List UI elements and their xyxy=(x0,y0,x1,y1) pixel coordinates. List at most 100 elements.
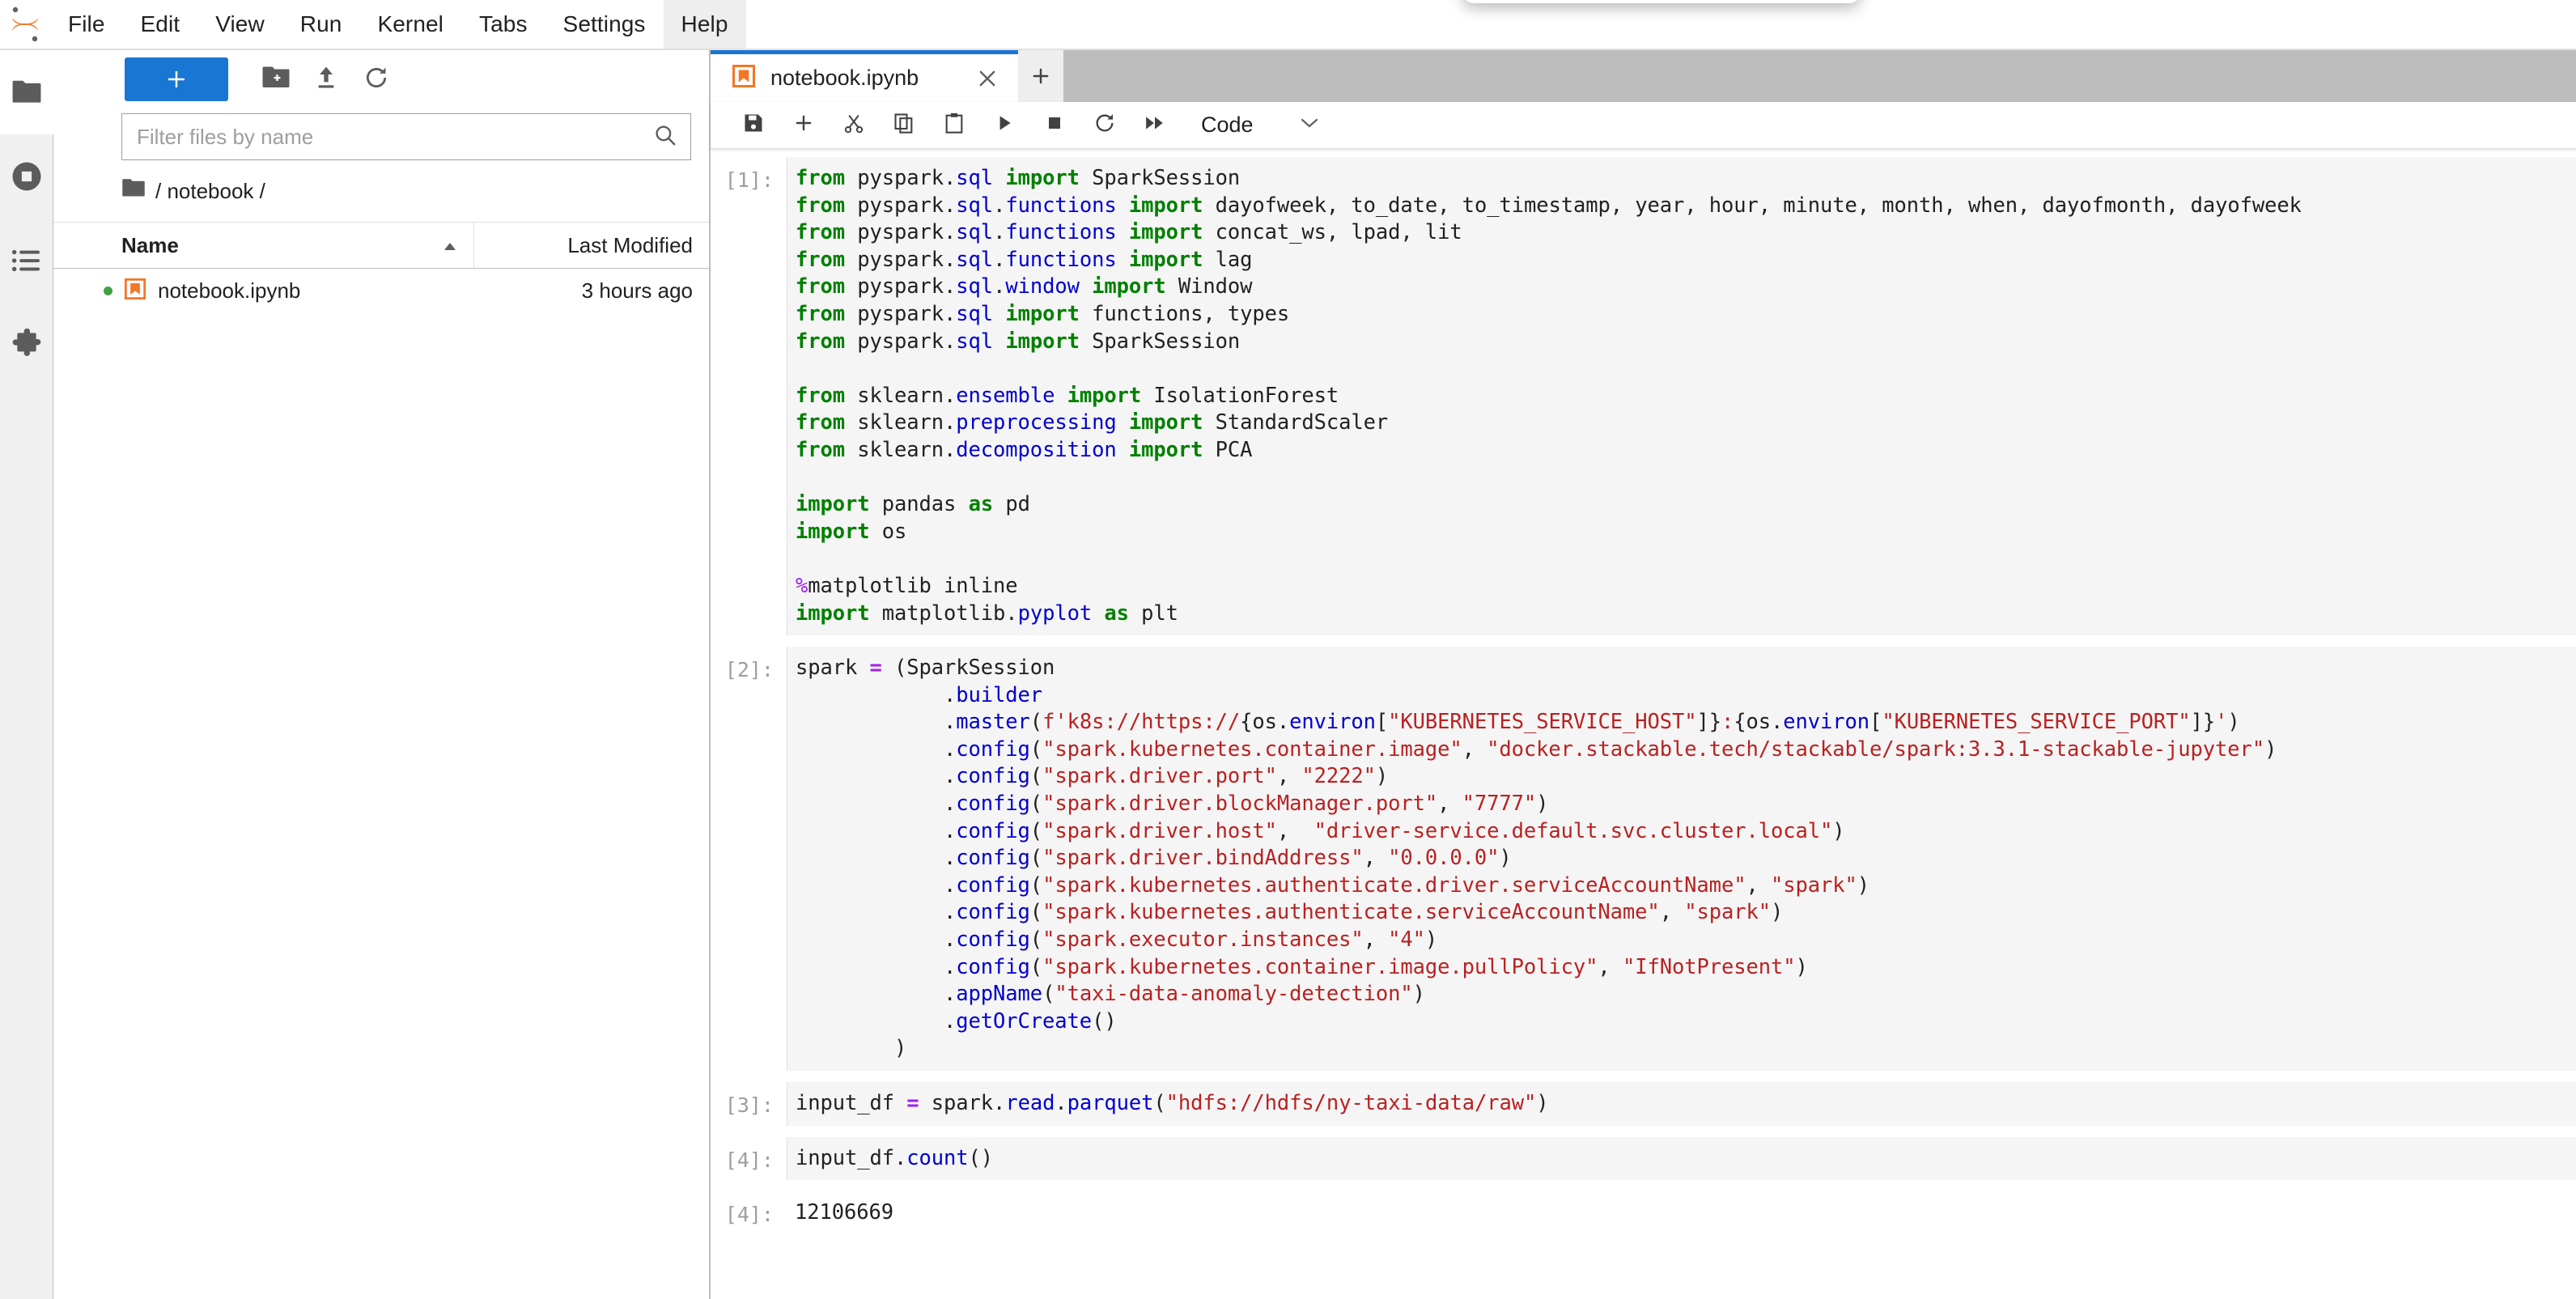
sort-ascending-icon xyxy=(441,233,459,258)
notebook-code-cell[interactable]: [1]:from pyspark.sql import SparkSession… xyxy=(711,157,2576,647)
stop-icon xyxy=(1045,113,1064,137)
file-browser-panel: / notebook / Name Last Modified notebook… xyxy=(53,50,711,1299)
search-icon xyxy=(653,123,677,151)
tab-notebook-ipynb[interactable]: notebook.ipynb xyxy=(711,50,1018,102)
menu-file[interactable]: File xyxy=(50,0,123,49)
menu-edit[interactable]: Edit xyxy=(123,0,198,49)
upload-icon xyxy=(313,65,339,95)
cell-row: [4]: input_df.count() xyxy=(711,1137,2576,1181)
notebook-output-cell[interactable]: [4]: 12106669 xyxy=(711,1191,2576,1246)
cell-row: [1]:from pyspark.sql import SparkSession… xyxy=(711,157,2576,635)
cell-source: spark = (SparkSession .builder .master(f… xyxy=(796,655,2576,1063)
menu-item-list: FileEditViewRunKernelTabsSettingsHelp xyxy=(50,0,746,49)
tab-label: notebook.ipynb xyxy=(770,66,919,91)
main-dock-area: notebook.ipynb xyxy=(711,50,2576,1299)
cell-output-area: 12106669 xyxy=(787,1191,2576,1235)
cell-prompt: [4]: xyxy=(711,1191,787,1229)
chevron-down-icon xyxy=(1299,116,1320,134)
menu-run[interactable]: Run xyxy=(282,0,360,49)
notebook-code-cell[interactable]: [2]:spark = (SparkSession .builder .mast… xyxy=(711,647,2576,1082)
table-of-contents-icon xyxy=(11,248,43,274)
puzzle-piece-icon xyxy=(11,329,43,361)
search-input[interactable] xyxy=(137,125,653,150)
cell-prompt: [4]: xyxy=(711,1137,787,1174)
file-list: notebook.ipynb3 hours ago xyxy=(53,269,709,312)
save-button[interactable] xyxy=(728,104,779,147)
cell-editor[interactable]: input_df = spark.read.parquet("hdfs://hd… xyxy=(787,1082,2576,1126)
column-header-last-modified-label: Last Modified xyxy=(567,233,693,258)
file-last-modified: 3 hours ago xyxy=(474,278,709,304)
notebook-icon xyxy=(732,64,756,92)
sidebar-item-extension-manager[interactable] xyxy=(0,303,53,387)
close-icon[interactable] xyxy=(939,67,999,90)
cell-source: input_df = spark.read.parquet("hdfs://hd… xyxy=(796,1090,2576,1118)
new-tab-button[interactable] xyxy=(1018,50,1063,102)
upload-button[interactable] xyxy=(301,57,351,101)
file-filter-box[interactable] xyxy=(121,113,691,160)
jupyter-logo-icon xyxy=(0,0,50,49)
cell-source: input_df.count() xyxy=(796,1145,2576,1173)
cell-editor[interactable]: input_df.count() xyxy=(787,1137,2576,1181)
menu-tabs[interactable]: Tabs xyxy=(461,0,545,49)
cell-editor[interactable]: spark = (SparkSession .builder .master(f… xyxy=(787,647,2576,1071)
save-icon xyxy=(742,112,765,138)
kernel-running-indicator xyxy=(104,287,112,295)
interrupt-kernel-button[interactable] xyxy=(1029,104,1080,147)
notebook-icon xyxy=(124,278,146,304)
cell-editor[interactable]: from pyspark.sql import SparkSession fro… xyxy=(787,157,2576,635)
sidebar-item-file-browser[interactable] xyxy=(0,50,53,134)
notebook-toolbar: Code xyxy=(711,102,2576,149)
cell-source: 12106669 xyxy=(795,1199,2576,1227)
insert-cell-button[interactable] xyxy=(779,104,829,147)
cell-source: from pyspark.sql import SparkSession fro… xyxy=(796,165,2576,627)
folder-icon xyxy=(121,178,146,204)
cell-type-select[interactable]: Code xyxy=(1201,112,1331,138)
breadcrumb[interactable]: / notebook / xyxy=(53,160,709,222)
sidebar-item-running-terminals[interactable] xyxy=(0,134,53,219)
notebook-cell-list[interactable]: [1]:from pyspark.sql import SparkSession… xyxy=(711,149,2576,1299)
cell-row: [2]:spark = (SparkSession .builder .mast… xyxy=(711,647,2576,1071)
copy-icon xyxy=(893,112,915,138)
file-name: notebook.ipynb xyxy=(158,278,474,304)
cell-row: [3]: input_df = spark.read.parquet("hdfs:… xyxy=(711,1082,2576,1126)
menu-help[interactable]: Help xyxy=(664,0,746,49)
refresh-icon xyxy=(363,65,389,95)
restart-kernel-button[interactable] xyxy=(1080,104,1130,147)
cell-prompt: [1]: xyxy=(711,157,787,194)
new-folder-icon xyxy=(261,66,291,94)
sidebar-item-table-of-contents[interactable] xyxy=(0,219,53,303)
cell-row: [4]: 12106669 xyxy=(711,1191,2576,1235)
jupyterlab-app: FileEditViewRunKernelTabsSettingsHelp xyxy=(0,0,2576,1299)
add-cell-icon xyxy=(792,112,815,138)
notebook-code-cell[interactable]: [4]: input_df.count() xyxy=(711,1137,2576,1192)
paste-cells-button[interactable] xyxy=(929,104,979,147)
column-header-name-label: Name xyxy=(121,233,179,258)
restart-icon xyxy=(1093,112,1116,138)
menu-settings[interactable]: Settings xyxy=(545,0,664,49)
cell-prompt: [3]: xyxy=(711,1082,787,1119)
cell-type-value: Code xyxy=(1201,112,1254,138)
tab-bar: notebook.ipynb xyxy=(711,50,2576,102)
app-body: / notebook / Name Last Modified notebook… xyxy=(0,50,2576,1299)
paste-icon xyxy=(943,112,965,138)
file-browser-toolbar xyxy=(53,50,709,108)
refresh-button[interactable] xyxy=(351,57,401,101)
menu-kernel[interactable]: Kernel xyxy=(359,0,461,49)
new-folder-button[interactable] xyxy=(251,57,301,101)
url-hover-popup: github.com xyxy=(1462,0,1861,3)
file-list-item[interactable]: notebook.ipynb3 hours ago xyxy=(53,269,709,312)
column-header-last-modified[interactable]: Last Modified xyxy=(474,223,709,268)
restart-and-run-all-button[interactable] xyxy=(1130,104,1180,147)
new-launcher-button[interactable] xyxy=(125,57,228,101)
run-cell-button[interactable] xyxy=(979,104,1029,147)
cut-cells-button[interactable] xyxy=(829,104,879,147)
folder-icon xyxy=(11,79,42,105)
menu-view[interactable]: View xyxy=(197,0,282,49)
activity-bar xyxy=(0,50,53,1299)
running-terminals-icon xyxy=(10,159,44,193)
notebook-code-cell[interactable]: [3]: input_df = spark.read.parquet("hdfs:… xyxy=(711,1082,2576,1137)
column-header-name[interactable]: Name xyxy=(53,223,474,268)
cut-icon xyxy=(842,112,865,138)
copy-cells-button[interactable] xyxy=(879,104,929,147)
fast-forward-icon xyxy=(1143,112,1167,138)
